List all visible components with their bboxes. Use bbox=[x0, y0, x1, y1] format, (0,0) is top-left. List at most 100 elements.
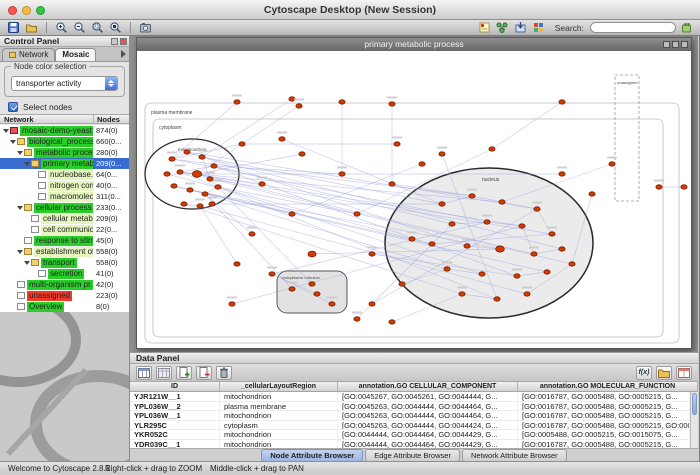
unselect-attributes-icon[interactable] bbox=[156, 366, 172, 380]
network-node[interactable] bbox=[444, 267, 450, 271]
import-attributes-icon[interactable] bbox=[656, 366, 672, 380]
network-node[interactable] bbox=[211, 164, 217, 168]
vizmapper-icon[interactable] bbox=[531, 21, 546, 35]
table-cell[interactable]: [GO:0045267, GO:0045261, GO:0044444, G..… bbox=[338, 392, 518, 401]
create-network-icon[interactable] bbox=[495, 21, 510, 35]
table-row[interactable]: YJR121W__1mitochondrion[GO:0045267, GO:0… bbox=[130, 392, 690, 402]
network-node[interactable] bbox=[171, 184, 177, 188]
tree-item-response-to-stimul[interactable]: response to stimul...45(0) bbox=[0, 235, 129, 246]
network-node[interactable] bbox=[681, 185, 687, 189]
network-node[interactable] bbox=[169, 157, 175, 161]
table-scrollbar[interactable] bbox=[690, 392, 698, 449]
tab-mosaic[interactable]: Mosaic bbox=[55, 48, 96, 61]
network-node[interactable] bbox=[234, 100, 240, 104]
import-network-icon[interactable] bbox=[513, 21, 528, 35]
table-cell[interactable]: [GO:0044444, GO:0044464, GO:0044429, G..… bbox=[338, 430, 518, 439]
expand-collapse-icon[interactable] bbox=[24, 162, 31, 166]
tree-item-establishment-of-l[interactable]: establishment of l...558(0) bbox=[0, 246, 129, 257]
open-session-icon[interactable] bbox=[24, 21, 39, 35]
tree-header-network[interactable]: Network bbox=[0, 115, 94, 123]
network-node[interactable] bbox=[609, 162, 615, 166]
tree-item-cellular-process[interactable]: cellular process233(0... bbox=[0, 202, 129, 213]
frame-maximize-icon[interactable] bbox=[672, 41, 679, 48]
network-edge[interactable] bbox=[205, 194, 252, 234]
network-node[interactable] bbox=[394, 142, 400, 146]
network-node[interactable] bbox=[177, 170, 183, 174]
table-cell[interactable]: YPL036W__2 bbox=[130, 402, 220, 411]
close-panel-icon[interactable] bbox=[120, 38, 127, 45]
tree-item-nucleobase[interactable]: nucleobase...64(0... bbox=[0, 169, 129, 180]
table-cell[interactable]: [GO:0016787, GO:0005488, GO:0005215, G..… bbox=[518, 440, 690, 449]
network-node[interactable] bbox=[514, 274, 520, 278]
tab-node-attribute-browser[interactable]: Node Attribute Browser bbox=[261, 449, 363, 462]
network-frame-titlebar[interactable]: primary metabolic process bbox=[137, 38, 691, 51]
network-node[interactable] bbox=[209, 202, 215, 206]
network-node[interactable] bbox=[164, 172, 170, 176]
tab-network[interactable]: Network bbox=[2, 48, 55, 61]
network-node[interactable] bbox=[202, 192, 208, 196]
mosaic-overview-thumbnail[interactable] bbox=[0, 312, 129, 461]
network-node[interactable] bbox=[289, 212, 295, 216]
tree-item-mosaic-demo-yeast[interactable]: mosaic-demo-yeast874(0) bbox=[0, 125, 129, 136]
zoom-selected-icon[interactable] bbox=[90, 21, 105, 35]
network-node[interactable] bbox=[429, 242, 435, 246]
network-node[interactable] bbox=[496, 246, 505, 252]
tree-item-cell-communicat[interactable]: cell communicat...22(0... bbox=[0, 224, 129, 235]
tree-item-nitrogen-compo[interactable]: nitrogen compo...40(0... bbox=[0, 180, 129, 191]
more-tabs-icon[interactable] bbox=[121, 50, 126, 58]
table-cell[interactable]: [GO:0045263, GO:0044444, GO:0044424, G..… bbox=[338, 421, 518, 430]
network-canvas[interactable]: plasma membrane cytoplasm mitochondrion … bbox=[137, 51, 691, 348]
network-node[interactable] bbox=[569, 262, 575, 266]
network-node[interactable] bbox=[559, 247, 565, 251]
network-node[interactable] bbox=[289, 287, 295, 291]
node-color-dropdown[interactable]: transporter activity bbox=[11, 76, 118, 91]
network-node[interactable] bbox=[549, 232, 555, 236]
network-edge[interactable] bbox=[202, 99, 292, 157]
network-node[interactable] bbox=[369, 302, 375, 306]
network-node[interactable] bbox=[489, 147, 495, 151]
annotation-icon[interactable] bbox=[477, 21, 492, 35]
column-header-id[interactable]: ID bbox=[130, 382, 220, 391]
network-node[interactable] bbox=[314, 292, 320, 296]
network-node[interactable] bbox=[464, 244, 470, 248]
network-node[interactable] bbox=[459, 292, 465, 296]
expand-collapse-icon[interactable] bbox=[24, 261, 31, 265]
network-node[interactable] bbox=[484, 220, 490, 224]
network-node[interactable] bbox=[494, 297, 500, 301]
formula-builder-button[interactable]: f(x) bbox=[636, 366, 652, 380]
network-node[interactable] bbox=[479, 272, 485, 276]
column-header-layout-region[interactable]: _cellularLayoutRegion bbox=[220, 382, 338, 391]
close-window-button[interactable] bbox=[8, 6, 17, 15]
table-row[interactable]: YKR052Cmitochondrion[GO:0044444, GO:0044… bbox=[130, 430, 690, 440]
network-node[interactable] bbox=[269, 272, 275, 276]
network-node[interactable] bbox=[249, 232, 255, 236]
network-node[interactable] bbox=[192, 171, 201, 178]
network-node[interactable] bbox=[339, 172, 345, 176]
table-row[interactable]: YPL036W__2plasma membrane[GO:0045263, GO… bbox=[130, 402, 690, 412]
expand-collapse-icon[interactable] bbox=[10, 140, 17, 144]
expand-collapse-icon[interactable] bbox=[17, 206, 24, 210]
minimize-window-button[interactable] bbox=[22, 6, 31, 15]
network-node[interactable] bbox=[354, 212, 360, 216]
table-cell[interactable]: [GO:0016787, GO:0005488, GO:0005215, G..… bbox=[518, 392, 690, 401]
table-cell[interactable]: plasma membrane bbox=[220, 402, 338, 411]
network-edge[interactable] bbox=[205, 194, 292, 289]
plugins-icon[interactable] bbox=[679, 21, 694, 35]
tab-network-attribute-browser[interactable]: Network Attribute Browser bbox=[462, 449, 567, 462]
network-node[interactable] bbox=[279, 137, 285, 141]
table-cell[interactable]: mitochondrion bbox=[220, 440, 338, 449]
table-cell[interactable]: [GO:0016787, GO:0005488, GO:0005215, G..… bbox=[518, 411, 690, 420]
network-node[interactable] bbox=[389, 182, 395, 186]
table-cell[interactable]: mitochondrion bbox=[220, 411, 338, 420]
network-node[interactable] bbox=[369, 252, 375, 256]
tree-item-multi-organism-pr[interactable]: multi-organism pr...42(0) bbox=[0, 279, 129, 290]
tree-item-overview[interactable]: Overview8(0) bbox=[0, 301, 129, 312]
table-scrollbar-thumb[interactable] bbox=[692, 393, 697, 415]
network-node[interactable] bbox=[215, 185, 221, 189]
network-edge[interactable] bbox=[492, 102, 562, 149]
trash-icon[interactable] bbox=[216, 366, 232, 380]
frame-close-icon[interactable] bbox=[681, 41, 688, 48]
table-row[interactable]: YLR295Ccytoplasm[GO:0045263, GO:0044444,… bbox=[130, 421, 690, 431]
network-node[interactable] bbox=[296, 104, 302, 108]
attribute-matrix-icon[interactable] bbox=[676, 366, 692, 380]
